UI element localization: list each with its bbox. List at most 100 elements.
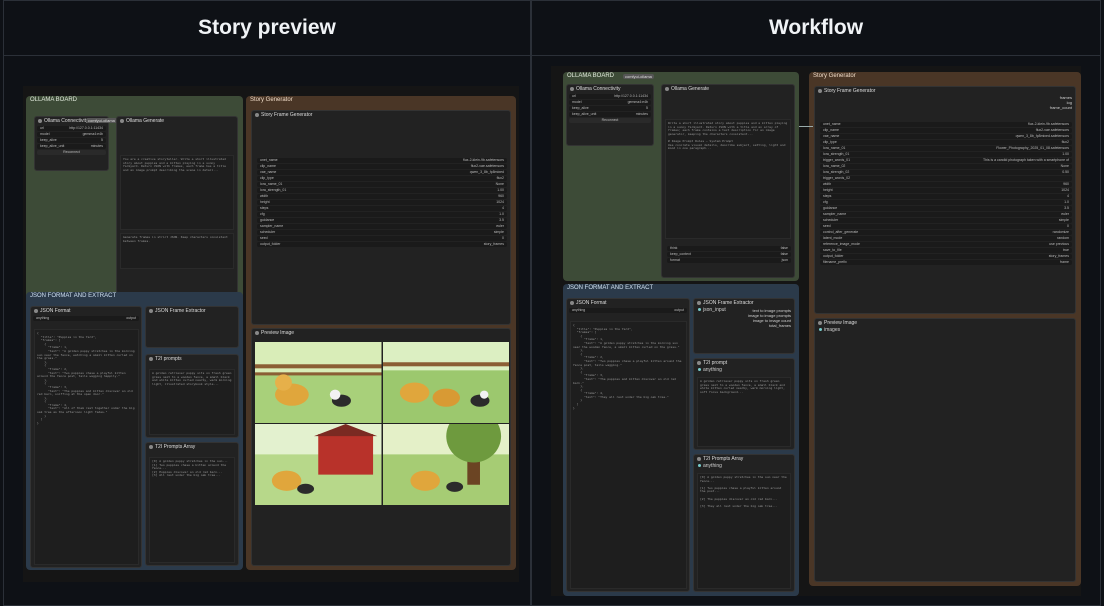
frame-gen-field-clip-type[interactable]: clip_type flux2: [820, 140, 1072, 145]
left-url-field[interactable]: url http://127.0.0.1:11434: [37, 126, 106, 131]
left-field[interactable]: seed 0: [257, 236, 507, 241]
left-json-text[interactable]: { "title": "Puppies in the Yard", "frame…: [34, 329, 139, 565]
left-field[interactable]: vae_name qwen_3_8b_fp8mixed: [257, 170, 507, 175]
field-value: random: [1057, 236, 1069, 240]
frame-gen-field-output-folder[interactable]: output_folder story_frames: [820, 254, 1072, 259]
right-ollama-board[interactable]: OLLAMA BOARD Ollama Connectivity url http…: [563, 72, 799, 281]
right-format-select[interactable]: format json: [667, 258, 791, 263]
left-t2i-title: T2I prompts: [146, 355, 238, 363]
right-t2i-node[interactable]: T2I prompt anything A golden retriever p…: [693, 358, 795, 450]
field-value: use previous: [1049, 242, 1069, 246]
frame-gen-field-latent-mode[interactable]: latent_mode random: [820, 236, 1072, 241]
left-array-node[interactable]: T2I Prompts Array [0] A golden puppy str…: [145, 442, 239, 566]
frame-gen-field-seed[interactable]: seed 0: [820, 224, 1072, 229]
frame-gen-field-trigger-words-02[interactable]: trigger_words_02: [820, 176, 1072, 181]
right-preview-images-input: images: [815, 327, 1075, 333]
right-generate-node[interactable]: Ollama Generate Write a short illustrate…: [661, 84, 795, 278]
right-keepalive-field[interactable]: keep_alive 5: [569, 106, 651, 111]
frame-4-image: [382, 424, 509, 505]
right-reconnect-button[interactable]: Reconnect: [569, 118, 651, 123]
frame-gen-field-sampler-name[interactable]: sampler_name euler: [820, 212, 1072, 217]
right-json-format-node[interactable]: JSON Format anything output { "title": "P…: [566, 298, 690, 592]
field-label: latent_mode: [823, 236, 843, 240]
frame-gen-field-lora-name-02[interactable]: lora_name_02 None: [820, 164, 1072, 169]
frame-gen-field-scheduler[interactable]: scheduler simple: [820, 218, 1072, 223]
left-field[interactable]: sampler_name euler: [257, 224, 507, 229]
left-frame-extractor-node[interactable]: JSON Frame Extractor: [145, 306, 239, 348]
frame-1-image: [255, 342, 382, 423]
right-story-board[interactable]: Story Generator Story Frame Generator fr…: [809, 72, 1081, 586]
frame-gen-field-reference-image-mode[interactable]: reference_image_mode use previous: [820, 242, 1072, 247]
frame-gen-field-steps[interactable]: steps 4: [820, 194, 1072, 199]
right-frame-gen-node[interactable]: Story Frame Generator frames log frame_c…: [814, 86, 1076, 314]
left-field[interactable]: scheduler simple: [257, 230, 507, 235]
left-preview-node[interactable]: Preview Image: [251, 328, 511, 566]
left-ollama-board[interactable]: OLLAMA BOARD Ollama Connectivity url http…: [26, 96, 243, 299]
left-field[interactable]: lora_name_01 None: [257, 182, 507, 187]
left-generate-prompt[interactable]: You are a creative storyteller. Write a …: [120, 155, 234, 230]
left-generate-system[interactable]: Generate frames in strict JSON. Keep cha…: [120, 233, 234, 269]
right-url-field[interactable]: url http://127.0.0.1:11434: [569, 94, 651, 99]
frame-gen-field-lora-name-01[interactable]: lora_name_01 Flower_Photography_2025_01_0…: [820, 146, 1072, 151]
right-keepalive-unit-field[interactable]: keep_alive_unit minutes: [569, 112, 651, 117]
frame-gen-field-clip-name[interactable]: clip_name flux2-vae.safetensors: [820, 128, 1072, 133]
left-field[interactable]: width 960: [257, 194, 507, 199]
field-value: simple: [1058, 218, 1069, 222]
frame-gen-field-trigger-words-01[interactable]: trigger_words_01 This is a candid photogr…: [820, 158, 1072, 163]
left-connectivity-node[interactable]: Ollama Connectivity url http://127.0.0.1:…: [34, 116, 109, 171]
left-field[interactable]: clip_name flux2-vae.safetensors: [257, 164, 507, 169]
left-array-title: T2I Prompts Array: [146, 443, 238, 451]
right-connectivity-node[interactable]: Ollama Connectivity url http://127.0.0.1:…: [566, 84, 654, 146]
right-anything-input[interactable]: anything output: [569, 308, 687, 313]
right-keep-context-toggle[interactable]: keep_context false: [667, 252, 791, 257]
left-keepalive-field[interactable]: keep_alive 5: [37, 138, 106, 143]
right-canvas: OLLAMA BOARD Ollama Connectivity url http…: [551, 66, 1081, 596]
left-field[interactable]: steps 4: [257, 206, 507, 211]
left-field[interactable]: lora_strength_01 1.00: [257, 188, 507, 193]
frame-gen-field-cfg[interactable]: cfg 1.0: [820, 200, 1072, 205]
frame-gen-field-vae-name[interactable]: vae_name qwen_3_8b_fp8mixed.safetensors: [820, 134, 1072, 139]
right-array-node[interactable]: T2I Prompts Array anything [0] A golden …: [693, 454, 795, 592]
left-field[interactable]: cfg 1.0: [257, 212, 507, 217]
left-field[interactable]: unet_name flux-2-klein-9b.safetensors: [257, 158, 507, 163]
left-anything-input[interactable]: anything output: [33, 316, 139, 321]
left-keepalive-unit-field[interactable]: keep_alive_unit minutes: [37, 144, 106, 149]
left-story-board[interactable]: Story Generator Story Frame Generator un…: [246, 96, 516, 570]
frame-gen-field-unet-name[interactable]: unet_name flux-2-klein-9b.safetensors: [820, 122, 1072, 127]
connection-wire: [799, 126, 813, 127]
right-json-board[interactable]: JSON FORMAT AND EXTRACT JSON Format anyt…: [563, 284, 799, 596]
frame-gen-field-height[interactable]: height 1024: [820, 188, 1072, 193]
field-label: clip_type: [823, 140, 837, 144]
frame-gen-field-lora-strength-02[interactable]: lora_strength_02 0.50: [820, 170, 1072, 175]
left-reconnect-button[interactable]: Reconnect: [37, 150, 106, 155]
right-frame-extractor-node[interactable]: JSON Frame Extractor json_input text to …: [693, 298, 795, 354]
field-value: 3.5: [1064, 206, 1069, 210]
frame-gen-field-filename-prefix[interactable]: filename_prefix frame: [820, 260, 1072, 265]
right-preview-node[interactable]: Preview Image images: [814, 318, 1076, 582]
right-think-toggle[interactable]: think false: [667, 246, 791, 251]
field-label: unet_name: [823, 122, 841, 126]
left-t2i-node[interactable]: T2I prompts A golden retriever puppy sit…: [145, 354, 239, 438]
left-json-board-title: JSON FORMAT AND EXTRACT: [30, 293, 117, 299]
field-label: lora_strength_01: [823, 152, 850, 156]
right-preview-title: Preview Image: [815, 319, 1075, 327]
left-field[interactable]: height 1024: [257, 200, 507, 205]
right-json-text[interactable]: { "title": "Puppies in the Yard", "frame…: [570, 321, 687, 589]
left-json-board[interactable]: JSON FORMAT AND EXTRACT JSON Format anyt…: [26, 292, 243, 570]
left-json-format-node[interactable]: JSON Format anything output { "title": "P…: [30, 306, 142, 568]
left-frame-gen-node[interactable]: Story Frame Generator unet_name flux-2-kl…: [251, 110, 511, 325]
left-field[interactable]: guidance 3.5: [257, 218, 507, 223]
field-label: lora_name_02: [823, 164, 846, 168]
left-model-field[interactable]: model gemma4:e4b: [37, 132, 106, 137]
frame-gen-field-guidance[interactable]: guidance 3.5: [820, 206, 1072, 211]
left-field[interactable]: clip_type flux2: [257, 176, 507, 181]
frame-gen-field-control-after-generate[interactable]: control_after_generate randomize: [820, 230, 1072, 235]
left-generate-node[interactable]: Ollama Generate You are a creative story…: [116, 116, 238, 294]
left-field[interactable]: output_folder story_frames: [257, 242, 507, 247]
frame-gen-field-width[interactable]: width 960: [820, 182, 1072, 187]
frame-gen-field-lora-strength-01[interactable]: lora_strength_01 1.00: [820, 152, 1072, 157]
right-array-text: [0] A golden puppy stretches in the sun …: [697, 473, 791, 589]
right-generate-prompt[interactable]: Write a short illustrated story about pu…: [665, 119, 791, 239]
frame-gen-field-save-to-file[interactable]: save_to_file true: [820, 248, 1072, 253]
right-model-field[interactable]: model gemma4:e4b: [569, 100, 651, 105]
